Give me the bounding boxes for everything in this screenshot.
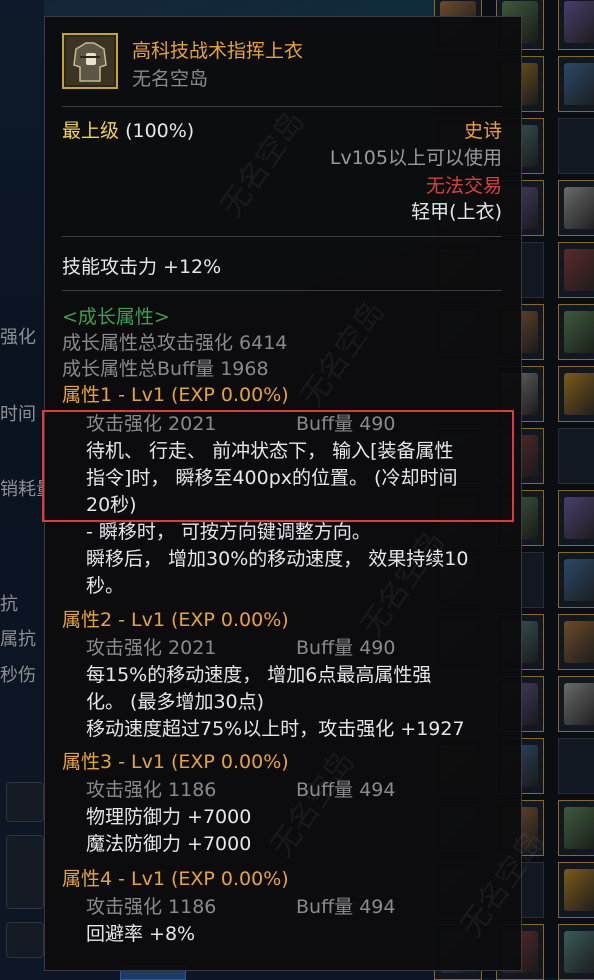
attribute-header: 属性4 - Lv1 (EXP 0.00%) [62, 868, 289, 890]
grade-row: 最上级 (100%) [62, 119, 194, 143]
left-label-dps: 秒伤 [0, 665, 36, 686]
inventory-slot[interactable] [558, 614, 594, 670]
growth-header: <成长属性> [62, 306, 170, 328]
inventory-slot[interactable] [558, 800, 594, 856]
left-label-strength: 强化 [0, 327, 36, 348]
attribute-desc-line: 待机、 行走、 前冲状态下， 输入[装备属性 [86, 440, 454, 462]
inventory-slot[interactable] [558, 924, 594, 980]
inventory-slot[interactable] [558, 676, 594, 732]
attribute-header: 属性1 - Lv1 (EXP 0.00%) [62, 384, 289, 406]
item-icon [564, 1, 594, 43]
level-requirement: Lv105以上可以使用 [329, 147, 502, 169]
trade-status: 无法交易 [425, 175, 502, 197]
inventory-slot[interactable] [558, 56, 594, 112]
equip-type: 轻甲(上衣) [411, 201, 502, 223]
grade-value: (100%) [125, 120, 195, 142]
attribute-header: 属性2 - Lv1 (EXP 0.00%) [62, 609, 289, 631]
item-name: 高科技战术指挥上衣 [132, 40, 304, 62]
item-icon [564, 807, 594, 849]
left-label-consumption: 销耗量 [0, 479, 44, 500]
attribute-attack: 攻击强化 2021 [86, 637, 217, 659]
divider [62, 290, 502, 291]
attribute-desc-line: 化。 (最多增加30点) [86, 691, 265, 713]
item-icon [564, 249, 594, 291]
attribute-attack: 攻击强化 1186 [86, 779, 217, 801]
inventory-slot[interactable] [558, 738, 594, 794]
attribute-buff: Buff量 494 [296, 779, 396, 801]
attribute-buff: Buff量 490 [296, 637, 396, 659]
item-icon [564, 497, 594, 539]
attribute-desc-line: 物理防御力 +7000 [86, 806, 252, 828]
attribute-desc-line: 回避率 +8% [86, 923, 196, 945]
inventory-slot[interactable] [558, 304, 594, 360]
left-label-element-resist: 属抗 [0, 629, 36, 650]
left-panel-button[interactable] [6, 835, 44, 909]
left-label-resist: 抗 [0, 594, 18, 615]
left-panel-button[interactable] [6, 782, 44, 822]
attribute-attack: 攻击强化 1186 [86, 896, 217, 918]
item-icon [564, 621, 594, 663]
inventory-slot[interactable] [558, 118, 594, 174]
inventory-slot[interactable] [558, 0, 594, 50]
item-icon [564, 869, 594, 911]
rarity-label: 史诗 [463, 120, 502, 142]
item-icon [564, 373, 594, 415]
grade-label: 最上级 [62, 120, 120, 142]
skill-attack-stat: 技能攻击力 +12% [62, 256, 222, 278]
inventory-slot[interactable] [558, 490, 594, 546]
item-icon [564, 187, 594, 229]
item-subtitle: 无名空岛 [132, 68, 209, 90]
inventory-slot[interactable] [558, 180, 594, 236]
chest-armor-icon [62, 33, 118, 89]
attribute-desc-line: 移动速度超过75%以上时，攻击强化 +1927 [86, 718, 465, 740]
inventory-slot[interactable] [558, 366, 594, 422]
inventory-slot[interactable] [558, 862, 594, 918]
inventory-slot[interactable] [558, 428, 594, 484]
item-icon [564, 683, 594, 725]
attribute-buff: Buff量 494 [296, 896, 396, 918]
inventory-slot[interactable] [558, 552, 594, 608]
attribute-desc-line: 20秒) [86, 494, 137, 516]
item-icon [564, 311, 594, 353]
attribute-desc-line: 秒。 [86, 575, 125, 597]
attribute-desc-line: 指令]时， 瞬移至400px的位置。 (冷却时间 [86, 467, 458, 489]
attribute-attack: 攻击强化 2021 [86, 413, 217, 435]
attribute-buff: Buff量 490 [296, 413, 396, 435]
divider [62, 236, 502, 237]
left-panel-button[interactable] [6, 922, 44, 958]
attribute-header: 属性3 - Lv1 (EXP 0.00%) [62, 751, 289, 773]
attribute-desc-line: 每15%的移动速度， 增加6点最高属性强 [86, 664, 432, 686]
left-label-time: 时间 [0, 404, 36, 425]
attribute-desc-line: 魔法防御力 +7000 [86, 833, 252, 855]
item-icon [564, 63, 594, 105]
divider [62, 106, 502, 107]
attribute-desc-line: - 瞬移时， 可按方向键调整方向。 [86, 521, 371, 543]
growth-total-buff: 成长属性总Buff量 1968 [62, 358, 269, 380]
item-icon [564, 931, 594, 973]
attribute-desc-line: 瞬移后， 增加30%的移动速度， 效果持续10 [86, 548, 469, 570]
growth-total-attack: 成长属性总攻击强化 6414 [62, 332, 288, 354]
item-icon [564, 559, 594, 601]
inventory-slot[interactable] [558, 242, 594, 298]
